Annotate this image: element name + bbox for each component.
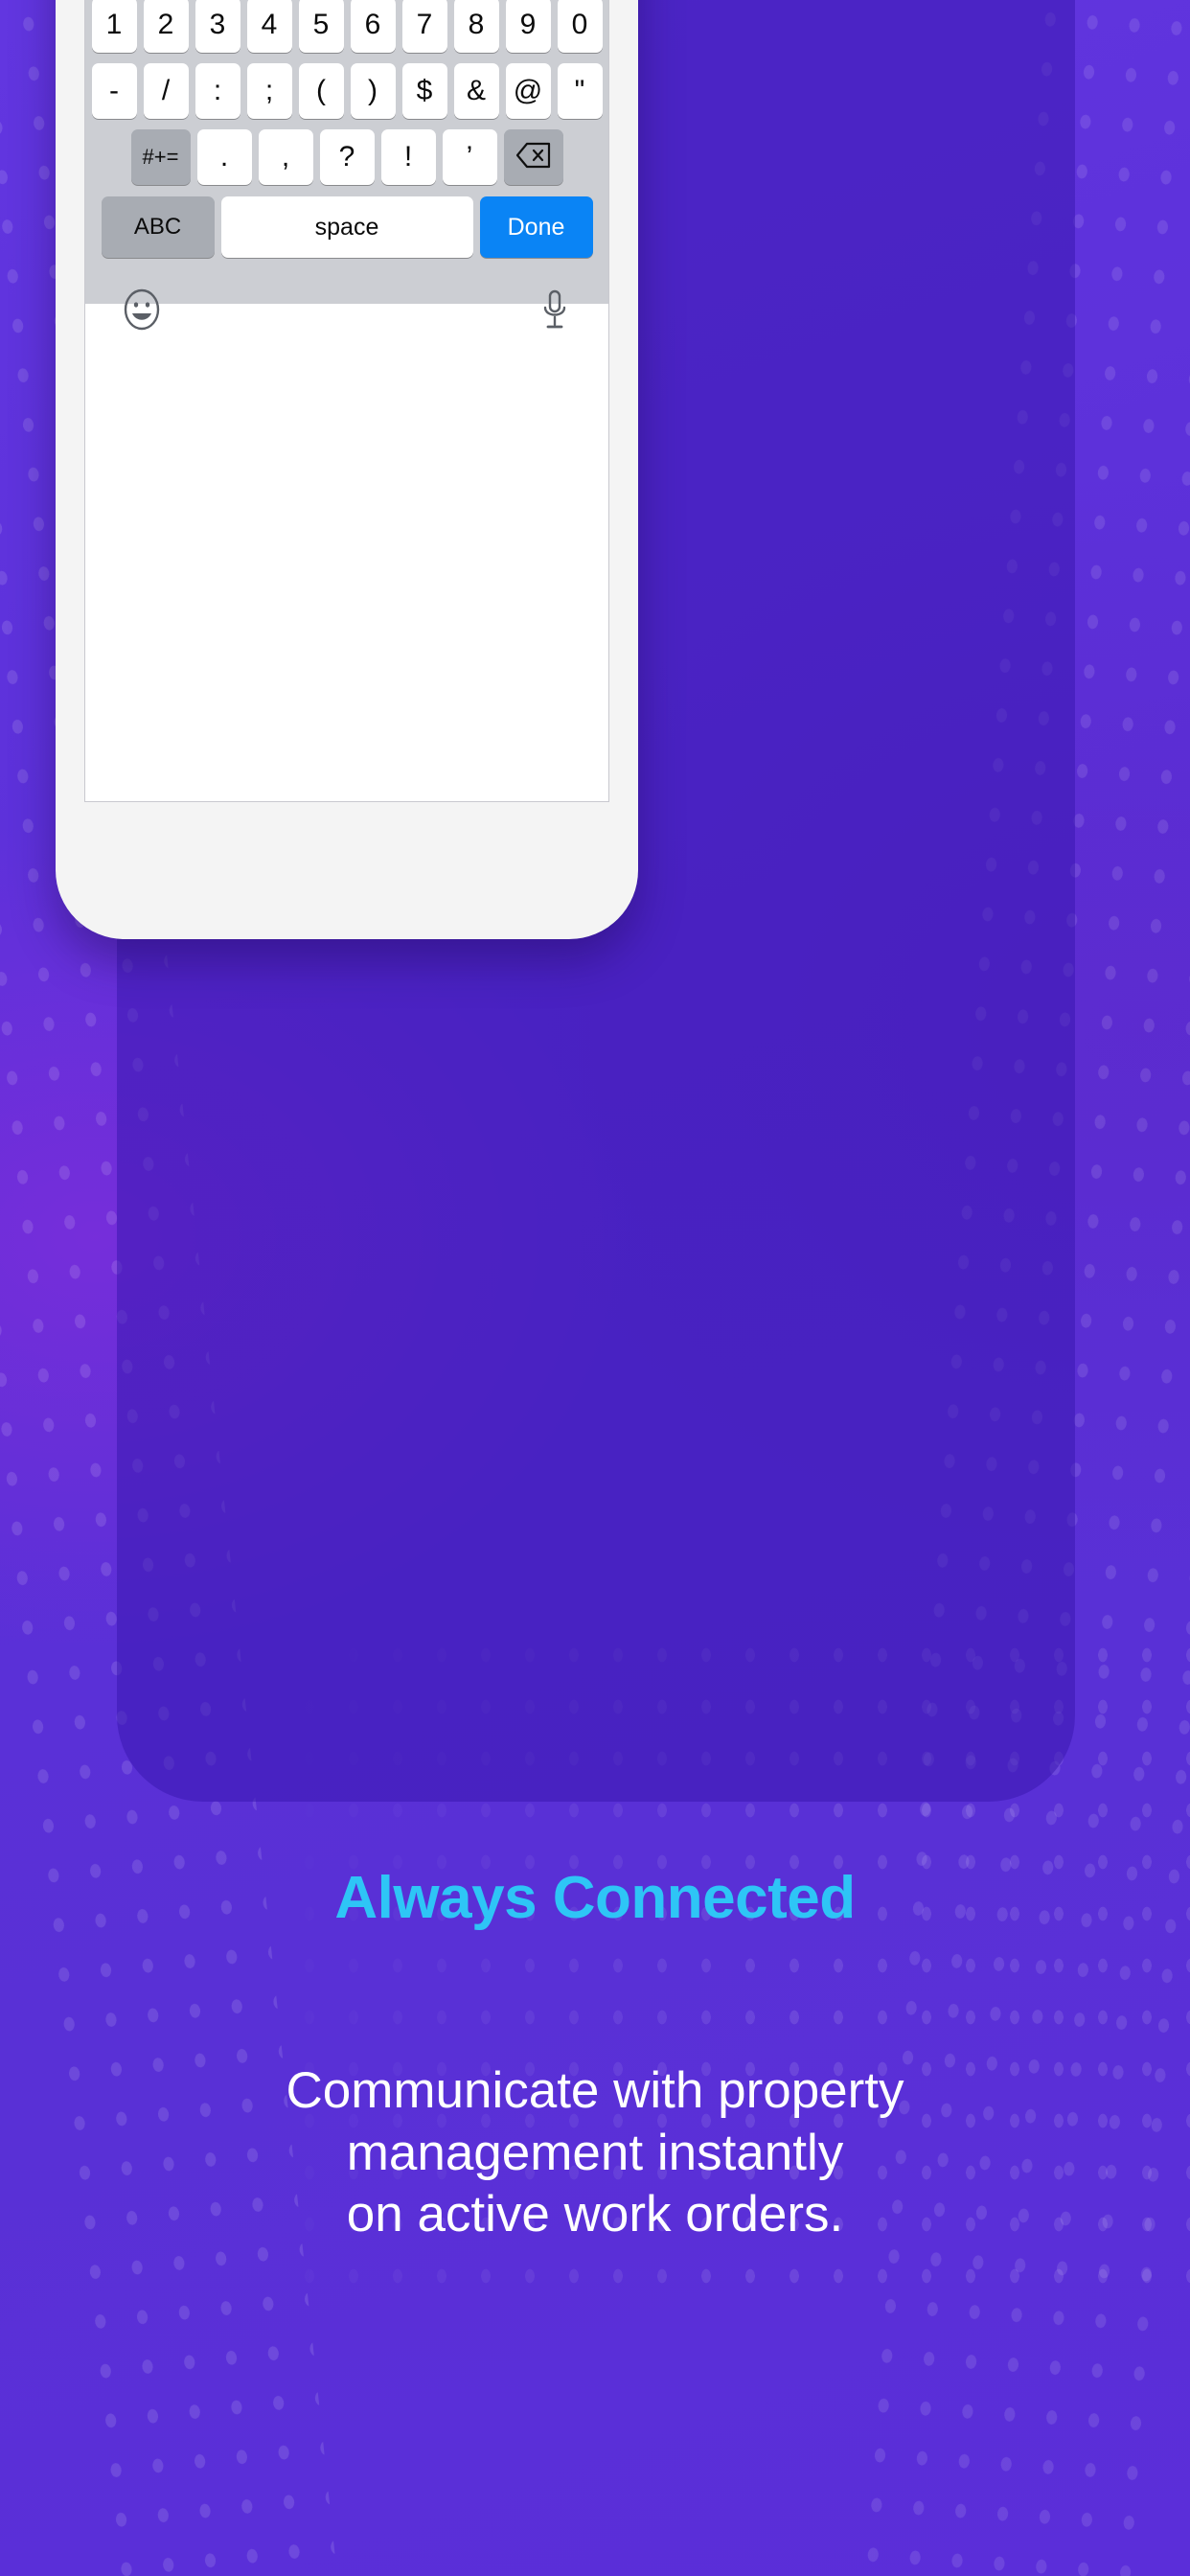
promo-subcopy-line-2: management instantly — [346, 2124, 844, 2181]
key-dollar[interactable]: $ — [401, 63, 447, 119]
key-2[interactable]: 2 — [143, 0, 189, 53]
keyboard-bottom-bar — [89, 268, 605, 338]
key-6[interactable]: 6 — [350, 0, 396, 53]
key-paren-close[interactable]: ) — [350, 63, 396, 119]
key-period[interactable]: . — [196, 129, 252, 185]
key-question[interactable]: ? — [319, 129, 375, 185]
key-7[interactable]: 7 — [401, 0, 447, 53]
key-colon[interactable]: : — [195, 63, 240, 119]
key-semicolon[interactable]: ; — [246, 63, 292, 119]
phone-device: Anna Anderson Message Add Comment Eddy E… — [56, 0, 638, 939]
key-ampersand[interactable]: & — [453, 63, 499, 119]
key-8[interactable]: 8 — [453, 0, 499, 53]
keyboard-row-punctuation: #+= . , ? ! ’ — [89, 129, 605, 185]
emoji-smiley-icon[interactable] — [118, 286, 166, 338]
keyboard-row-bottom: ABC space Done — [89, 196, 605, 258]
key-comma[interactable]: , — [258, 129, 313, 185]
key-3[interactable]: 3 — [195, 0, 240, 53]
key-apostrophe[interactable]: ’ — [442, 129, 497, 185]
promo-subcopy-line-3: on active work orders. — [346, 2186, 844, 2243]
key-hyphen[interactable]: - — [91, 63, 137, 119]
key-paren-open[interactable]: ( — [298, 63, 344, 119]
key-abc[interactable]: ABC — [101, 196, 215, 258]
keyboard-row-numbers: 1 2 3 4 5 6 7 8 9 0 — [89, 0, 605, 53]
key-5[interactable]: 5 — [298, 0, 344, 53]
key-exclamation[interactable]: ! — [380, 129, 436, 185]
phone-screen: Anna Anderson Message Add Comment Eddy E… — [84, 0, 609, 802]
promo-headline: Always Connected — [334, 1865, 856, 1931]
microphone-icon[interactable] — [534, 286, 576, 338]
key-1[interactable]: 1 — [91, 0, 137, 53]
key-slash[interactable]: / — [143, 63, 189, 119]
delete-backspace-icon[interactable] — [503, 129, 563, 185]
key-quote[interactable]: " — [557, 63, 603, 119]
key-done[interactable]: Done — [479, 196, 593, 258]
ios-keyboard: 1 2 3 4 5 6 7 8 9 0 - / : ; ( ) $ & @ " … — [85, 0, 608, 331]
promo-subcopy-line-1: Communicate with property — [286, 2062, 904, 2119]
key-9[interactable]: 9 — [505, 0, 551, 53]
promo-subcopy: Communicate with property management ins… — [0, 2060, 1190, 2246]
keyboard-row-symbols: - / : ; ( ) $ & @ " — [89, 63, 605, 119]
key-space[interactable]: space — [220, 196, 473, 258]
key-0[interactable]: 0 — [557, 0, 603, 53]
key-4[interactable]: 4 — [246, 0, 292, 53]
key-at[interactable]: @ — [505, 63, 551, 119]
key-symbols-toggle[interactable]: #+= — [130, 129, 191, 185]
